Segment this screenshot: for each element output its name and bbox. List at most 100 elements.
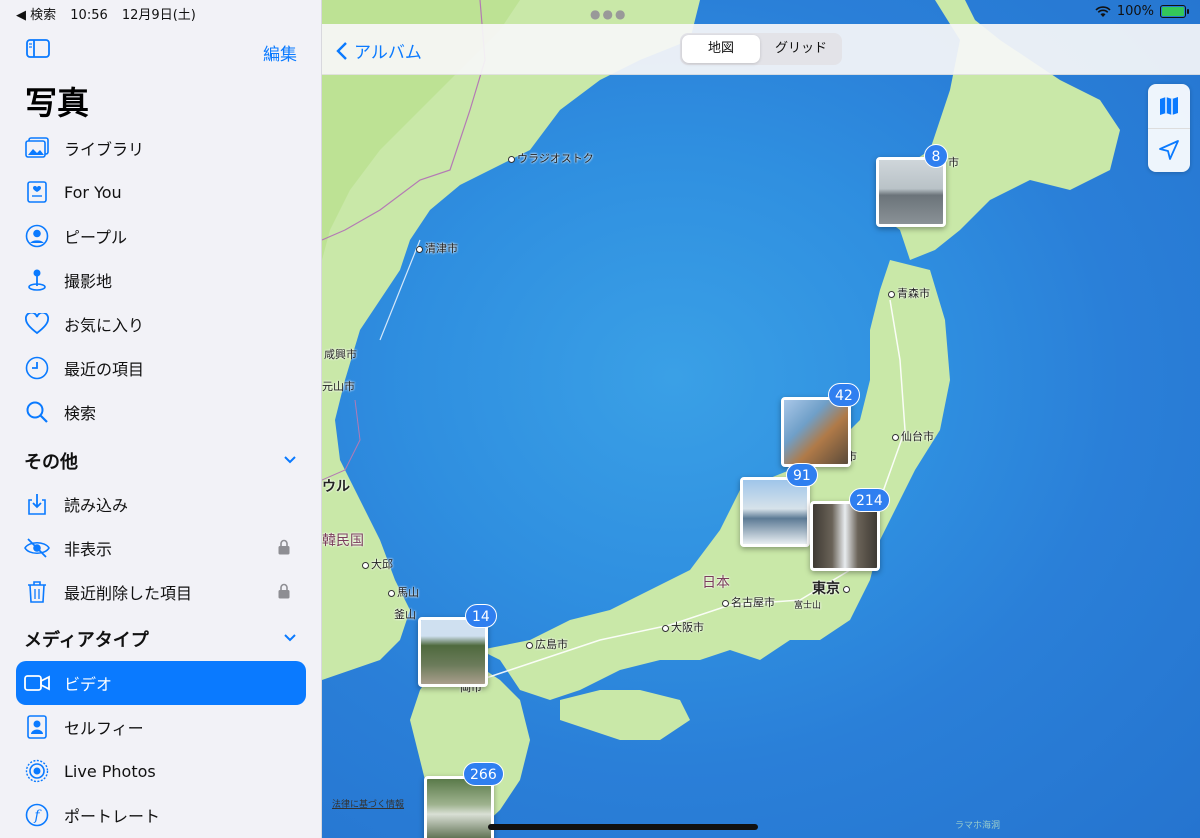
svg-text:f: f [33, 808, 42, 824]
sidebar-item-recents[interactable]: 最近の項目 [16, 346, 306, 390]
chevron-down-icon[interactable] [283, 631, 297, 645]
photo-count-badge: 14 [465, 604, 497, 628]
sidebar-item-videos[interactable]: ビデオ [16, 661, 306, 705]
for-you-icon [24, 179, 50, 205]
sidebar-item-places[interactable]: 撮影地 [16, 258, 306, 302]
map-label-sendai: 仙台市 [892, 428, 934, 444]
live-photos-icon [24, 758, 50, 784]
photo-library-icon [24, 135, 50, 161]
sidebar-item-for-you[interactable]: For You [16, 170, 306, 214]
home-indicator[interactable] [488, 824, 758, 830]
sidebar-item-label: 最近削除した項目 [64, 584, 193, 603]
search-icon [24, 399, 50, 425]
sidebar: 編集 写真 ライブラリ For You ピープル 撮影地 お気に入り 最近の項目… [0, 0, 322, 838]
section-title-other[interactable]: その他 [24, 448, 78, 474]
map-label-yuanshan: 元山市 [322, 380, 355, 393]
photo-count-badge: 91 [786, 463, 818, 487]
sidebar-item-label: ポートレート [64, 807, 161, 826]
location-pin-icon [24, 267, 50, 293]
sidebar-item-label: 検索 [64, 404, 97, 423]
lock-icon [278, 583, 290, 599]
map-mode-icon[interactable] [1158, 95, 1180, 117]
back-to-app-link[interactable]: ◀ 検索 [16, 8, 56, 23]
status-time: 10:56 [70, 8, 108, 23]
chevron-left-icon [336, 41, 347, 60]
map-view[interactable]: ウラジオストク 清津市 咸興市 元山市 ウル 韓民国 大邱 馬山 釜山 青森市 … [322, 0, 1200, 838]
map-controls [1148, 84, 1190, 172]
photo-count-badge: 266 [463, 762, 504, 786]
map-label-japan: 日本 [702, 575, 730, 591]
lock-icon [278, 539, 290, 555]
map-label-masan: 馬山 [388, 584, 419, 600]
heart-icon [24, 311, 50, 337]
map-land [322, 0, 1120, 838]
person-icon [24, 223, 50, 249]
sidebar-item-label: セルフィー [64, 719, 144, 738]
map-label-qingjin: 清津市 [416, 240, 458, 256]
segment-grid[interactable]: グリッド [762, 35, 840, 63]
sidebar-item-label: 読み込み [64, 496, 129, 515]
section-title-media-types[interactable]: メディアタイプ [24, 626, 149, 652]
location-arrow-icon[interactable] [1158, 139, 1180, 161]
sidebar-item-label: ビデオ [64, 675, 113, 694]
legal-link[interactable]: 法律に基づく情報 [332, 797, 404, 810]
import-icon [24, 491, 50, 517]
clock-icon [24, 355, 50, 381]
map-label-osaka: 大阪市 [662, 619, 704, 635]
map-label-hiroshima: 広島市 [526, 636, 568, 652]
video-icon [24, 670, 50, 696]
sidebar-item-label: 非表示 [64, 540, 113, 559]
sidebar-item-label: ライブラリ [64, 140, 145, 159]
wifi-icon [1095, 5, 1111, 17]
photo-cluster-yamagata[interactable] [781, 397, 851, 467]
map-label-tokyo: 東京 [812, 578, 852, 598]
page-title: 写真 [25, 84, 90, 122]
map-label-daegu: 大邱 [362, 556, 393, 572]
map-label-xianxing: 咸興市 [324, 348, 357, 361]
sidebar-item-library[interactable]: ライブラリ [16, 126, 306, 170]
chevron-down-icon[interactable] [283, 453, 297, 467]
back-label: アルバム [354, 43, 422, 63]
status-date: 12月9日(土) [121, 8, 196, 23]
sidebar-item-portrait[interactable]: f ポートレート [16, 793, 306, 837]
map-label-busan: 釜山 [394, 608, 416, 621]
eye-slash-icon [24, 535, 50, 561]
edit-button[interactable]: 編集 [263, 40, 297, 65]
map-label-hokkaido-city: 市 [948, 156, 959, 169]
sidebar-item-imports[interactable]: 読み込み [16, 482, 306, 526]
sidebar-item-recently-deleted[interactable]: 最近削除した項目 [16, 570, 306, 614]
sidebar-item-label: 最近の項目 [64, 360, 145, 379]
view-segmented-control: 地図 グリッド [680, 33, 842, 65]
sidebar-item-selfies[interactable]: セルフィー [16, 705, 306, 749]
photo-count-badge: 42 [828, 383, 860, 407]
sidebar-item-people[interactable]: ピープル [16, 214, 306, 258]
battery-icon [1160, 5, 1189, 18]
photo-count-badge: 214 [849, 488, 890, 512]
segment-map[interactable]: 地図 [682, 35, 760, 63]
map-label-seoul: ウル [322, 479, 350, 495]
sidebar-item-favorites[interactable]: お気に入り [16, 302, 306, 346]
sidebar-item-label: お気に入り [64, 316, 145, 335]
sidebar-item-label: For You [64, 182, 122, 202]
map-toolbar: アルバム 地図 グリッド [322, 24, 1200, 75]
trash-icon [24, 579, 50, 605]
map-label-nagoya: 名古屋市 [722, 594, 775, 610]
sidebar-toggle-icon[interactable] [26, 39, 50, 58]
back-button[interactable]: アルバム [336, 38, 422, 63]
photo-cluster-niigata[interactable] [740, 477, 810, 547]
sidebar-item-label: Live Photos [64, 761, 156, 781]
map-attribution: ラマホ海洞 [955, 821, 1001, 831]
sidebar-item-search[interactable]: 検索 [16, 390, 306, 434]
sidebar-item-live-photos[interactable]: Live Photos [16, 749, 306, 793]
portrait-icon: f [24, 802, 50, 828]
sidebar-item-hidden[interactable]: 非表示 [16, 526, 306, 570]
map-label-vladivostok: ウラジオストク [508, 150, 594, 166]
selfie-icon [24, 714, 50, 740]
battery-percent: 100% [1116, 4, 1154, 19]
map-label-korea: 韓民国 [322, 533, 364, 549]
map-label-aomori: 青森市 [888, 285, 930, 301]
sidebar-item-label: ピープル [64, 228, 128, 247]
multitasking-dots[interactable]: ●●● [590, 7, 627, 21]
map-label-fuji: 富士山 [794, 601, 822, 611]
sidebar-item-label: 撮影地 [64, 272, 113, 291]
